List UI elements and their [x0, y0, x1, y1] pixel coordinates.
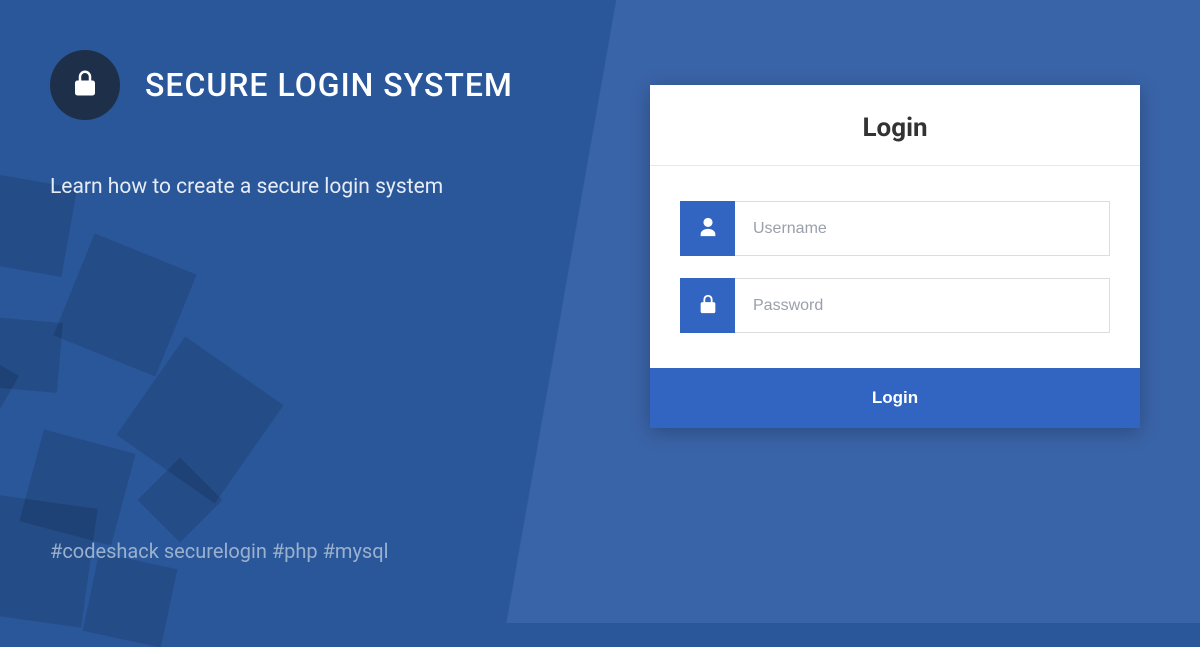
lock-icon [697, 293, 719, 319]
username-row [680, 201, 1110, 256]
user-icon-box [680, 201, 735, 256]
login-body [650, 166, 1140, 368]
username-input[interactable] [735, 201, 1110, 256]
lock-icon-box [680, 278, 735, 333]
password-row [680, 278, 1110, 333]
user-icon [697, 216, 719, 242]
hashtag-line: #codeshack securelogin #php #mysql [50, 539, 388, 563]
subtitle: Learn how to create a secure login syste… [50, 175, 600, 199]
password-input[interactable] [735, 278, 1110, 333]
brand-title: SECURE LOGIN SYSTEM [145, 66, 513, 104]
login-button[interactable]: Login [650, 368, 1140, 428]
lock-icon [70, 68, 100, 102]
login-heading: Login [650, 113, 1140, 143]
brand-lock-badge [50, 50, 120, 120]
login-header: Login [650, 85, 1140, 166]
login-card: Login Login [650, 85, 1140, 428]
brand-row: SECURE LOGIN SYSTEM [50, 50, 600, 120]
hero-section: SECURE LOGIN SYSTEM Learn how to create … [0, 0, 600, 623]
